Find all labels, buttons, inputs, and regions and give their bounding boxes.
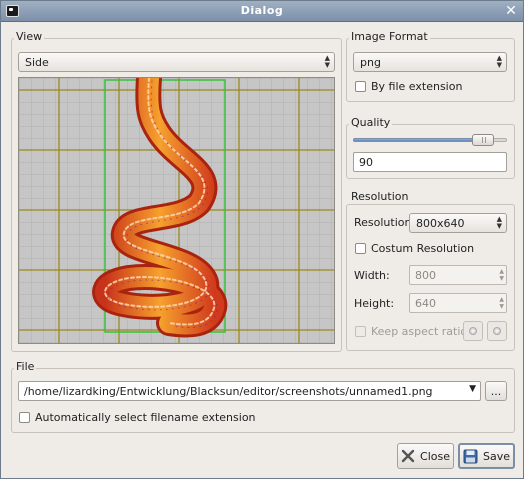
spin-arrow-icon: ▲ ▼ bbox=[499, 268, 504, 282]
by-extension-checkbox[interactable]: By file extension bbox=[355, 80, 462, 93]
updown-arrow-icon: ▲ ▼ bbox=[496, 54, 502, 69]
keep-aspect-label: Keep aspect ratio bbox=[371, 325, 468, 338]
quality-slider-fill bbox=[353, 138, 483, 142]
dialog-window: Dialog ✕ View Side ▲ ▼ Image Format png … bbox=[0, 0, 524, 479]
browse-button[interactable]: ... bbox=[485, 381, 507, 401]
quality-slider-handle[interactable] bbox=[471, 134, 494, 146]
height-spinbox[interactable]: 640 ▲ ▼ bbox=[409, 293, 507, 313]
checkbox-box[interactable] bbox=[355, 81, 366, 92]
keep-aspect-checkbox[interactable]: Keep aspect ratio bbox=[355, 325, 467, 338]
height-label: Height: bbox=[354, 297, 395, 310]
image-format-select[interactable]: png ▲ ▼ bbox=[353, 52, 507, 72]
quality-value-field[interactable]: 90 bbox=[353, 152, 507, 172]
aspect-unlock-button[interactable] bbox=[487, 321, 507, 341]
save-button[interactable]: Save bbox=[458, 443, 515, 469]
checkbox-box[interactable] bbox=[355, 326, 366, 337]
custom-resolution-checkbox[interactable]: Costum Resolution bbox=[355, 242, 474, 255]
circle-icon bbox=[469, 327, 477, 335]
resolution-select[interactable]: 800x640 ▲ ▼ bbox=[409, 213, 507, 233]
dropdown-arrow-icon[interactable]: ▼ bbox=[469, 384, 476, 394]
view-mode-value: Side bbox=[25, 56, 49, 69]
file-path-value: /home/lizardking/Entwicklung/Blacksun/ed… bbox=[24, 385, 433, 398]
checkbox-box[interactable] bbox=[355, 243, 366, 254]
aspect-lock-button[interactable] bbox=[463, 321, 483, 341]
updown-arrow-icon: ▲ ▼ bbox=[496, 215, 502, 230]
quality-group-label: Quality bbox=[349, 116, 393, 129]
view-group-label: View bbox=[14, 30, 45, 43]
image-format-group-label: Image Format bbox=[349, 30, 430, 43]
close-x-icon bbox=[401, 449, 415, 463]
title-bar[interactable]: Dialog ✕ bbox=[1, 1, 523, 22]
auto-extension-label: Automatically select filename extension bbox=[35, 411, 256, 424]
file-group-label: File bbox=[14, 360, 37, 373]
file-path-combo[interactable]: /home/lizardking/Entwicklung/Blacksun/ed… bbox=[18, 381, 481, 401]
view-mode-select[interactable]: Side ▲ ▼ bbox=[18, 52, 335, 72]
height-value: 640 bbox=[415, 297, 436, 310]
close-button-label: Close bbox=[420, 449, 450, 463]
width-spinbox[interactable]: 800 ▲ ▼ bbox=[409, 265, 507, 285]
circle-icon bbox=[493, 327, 501, 335]
save-button-label: Save bbox=[482, 449, 510, 463]
checkbox-box[interactable] bbox=[19, 412, 30, 423]
floppy-disk-icon bbox=[463, 449, 478, 463]
close-button[interactable]: Close bbox=[397, 443, 454, 469]
width-label: Width: bbox=[354, 269, 390, 282]
by-extension-label: By file extension bbox=[371, 80, 463, 93]
auto-extension-checkbox[interactable]: Automatically select filename extension bbox=[19, 411, 256, 424]
window-title: Dialog bbox=[240, 4, 284, 17]
model-viewport[interactable] bbox=[18, 77, 335, 344]
close-icon[interactable]: ✕ bbox=[504, 4, 518, 18]
spin-arrow-icon: ▲ ▼ bbox=[499, 296, 504, 310]
quality-value: 90 bbox=[359, 156, 373, 169]
viewport-render bbox=[19, 78, 334, 343]
resolution-group-label: Resolution bbox=[349, 190, 411, 203]
updown-arrow-icon: ▲ ▼ bbox=[324, 54, 330, 69]
browse-label: ... bbox=[490, 384, 502, 398]
image-format-value: png bbox=[360, 56, 381, 69]
resolution-label: Resolution: bbox=[354, 216, 416, 229]
resolution-value: 800x640 bbox=[416, 217, 465, 230]
width-value: 800 bbox=[415, 269, 436, 282]
custom-resolution-label: Costum Resolution bbox=[371, 242, 475, 255]
